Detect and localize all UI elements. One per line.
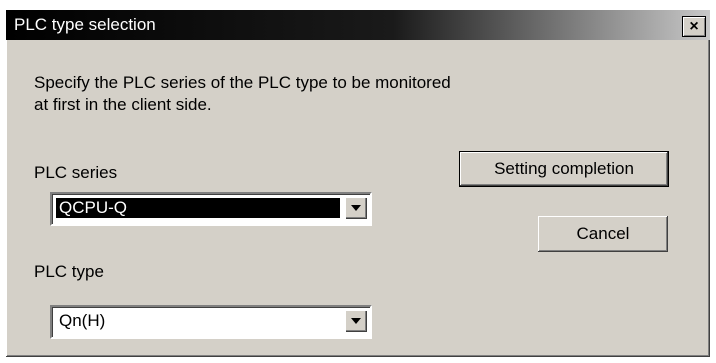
setting-completion-label: Setting completion <box>494 159 634 178</box>
plc-series-selected-value: QCPU-Q <box>56 198 340 218</box>
plc-type-selection-dialog: PLC type selection × Specify the PLC ser… <box>6 10 710 357</box>
chevron-down-icon[interactable] <box>345 310 367 332</box>
cancel-label: Cancel <box>576 224 630 243</box>
setting-completion-button[interactable]: Setting completion <box>459 151 669 187</box>
instructions-text: Specify the PLC series of the PLC type t… <box>34 73 451 114</box>
close-icon[interactable]: × <box>682 16 706 37</box>
plc-type-label: PLC type <box>34 262 104 281</box>
plc-type-selected-value: Qn(H) <box>59 311 106 330</box>
title-bar[interactable]: PLC type selection × <box>6 10 710 40</box>
cancel-button[interactable]: Cancel <box>538 216 668 252</box>
plc-series-select[interactable]: QCPU-Q <box>50 192 372 226</box>
plc-series-label: PLC series <box>34 163 118 182</box>
window-title: PLC type selection <box>14 15 156 34</box>
plc-type-select[interactable]: Qn(H) <box>50 305 372 339</box>
chevron-down-icon[interactable] <box>345 197 367 219</box>
